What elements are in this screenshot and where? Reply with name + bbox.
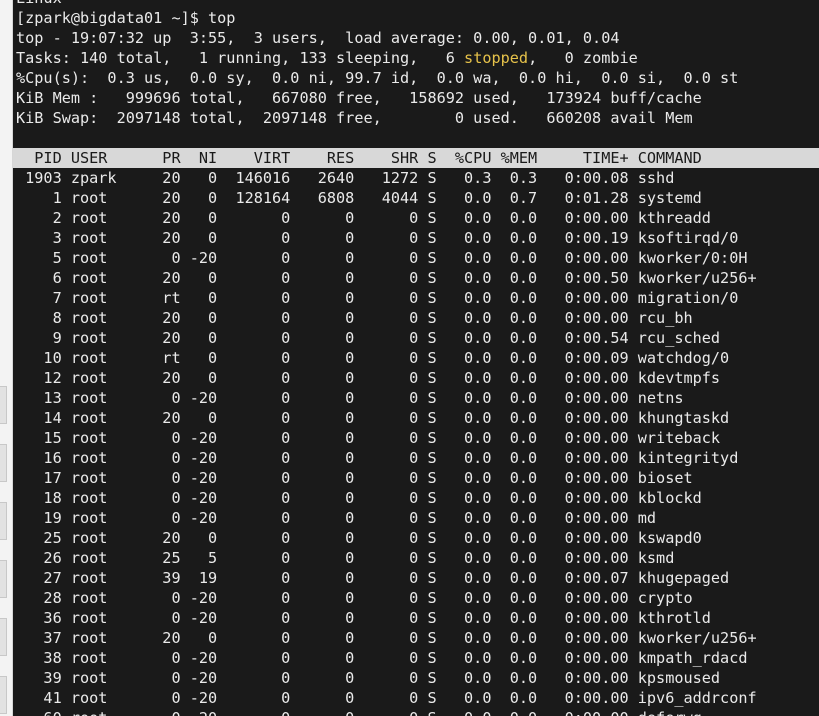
process-row: 12 root 20 0 0 0 0 S 0.0 0.0 0:00.00 kde…: [16, 369, 721, 387]
cpu-line: %Cpu(s): 0.3 us, 0.0 sy, 0.0 ni, 99.7 id…: [16, 69, 739, 87]
process-row: 9 root 20 0 0 0 0 S 0.0 0.0 0:00.54 rcu_…: [16, 329, 721, 347]
process-row: 41 root 0 -20 0 0 0 S 0.0 0.0 0:00.00 ip…: [16, 689, 757, 707]
process-row: 26 root 25 5 0 0 0 S 0.0 0.0 0:00.00 ksm…: [16, 549, 675, 567]
tasks-line: Tasks: 140 total, 1 running, 133 sleepin…: [16, 48, 638, 68]
table-header-text: PID USER PR NI VIRT RES SHR S %CPU %MEM …: [16, 149, 702, 167]
process-row: 16 root 0 -20 0 0 0 S 0.0 0.0 0:00.00 ki…: [16, 449, 739, 467]
gutter-tab[interactable]: [0, 502, 7, 540]
process-row: 18 root 0 -20 0 0 0 S 0.0 0.0 0:00.00 kb…: [16, 489, 702, 507]
gutter-tab[interactable]: [0, 386, 7, 424]
process-row: 1903 zpark 20 0 146016 2640 1272 S 0.3 0…: [16, 169, 675, 187]
gutter-tab[interactable]: [0, 676, 7, 714]
process-row: 10 root rt 0 0 0 0 S 0.0 0.0 0:00.09 wat…: [16, 349, 730, 367]
left-window-gutter: [0, 0, 13, 716]
process-row: 8 root 20 0 0 0 0 S 0.0 0.0 0:00.00 rcu_…: [16, 309, 693, 327]
process-row: 28 root 0 -20 0 0 0 S 0.0 0.0 0:00.00 cr…: [16, 589, 693, 607]
previous-output-line: Linux: [16, 0, 62, 8]
swap-line: KiB Swap: 2097148 total, 2097148 free, 0…: [16, 109, 693, 127]
process-row: 25 root 20 0 0 0 0 S 0.0 0.0 0:00.00 ksw…: [16, 529, 702, 547]
process-row: 27 root 39 19 0 0 0 S 0.0 0.0 0:00.07 kh…: [16, 569, 730, 587]
tasks-text: Tasks: 140 total, 1 running, 133 sleepin…: [16, 49, 465, 67]
process-row: 19 root 0 -20 0 0 0 S 0.0 0.0 0:00.00 md: [16, 509, 657, 527]
process-row: 6 root 20 0 0 0 0 S 0.0 0.0 0:00.50 kwor…: [16, 269, 757, 287]
shell-prompt: [zpark@bigdata01 ~]$ top: [16, 9, 236, 27]
gutter-tab[interactable]: [0, 618, 7, 656]
mem-line: KiB Mem : 999696 total, 667080 free, 158…: [16, 89, 702, 107]
gutter-tab[interactable]: [0, 560, 7, 598]
process-row: 39 root 0 -20 0 0 0 S 0.0 0.0 0:00.00 kp…: [16, 669, 721, 687]
process-table-header: PID USER PR NI VIRT RES SHR S %CPU %MEM …: [13, 148, 819, 168]
process-row: 17 root 0 -20 0 0 0 S 0.0 0.0 0:00.00 bi…: [16, 469, 693, 487]
process-row: 36 root 0 -20 0 0 0 S 0.0 0.0 0:00.00 kt…: [16, 609, 711, 627]
process-row: 37 root 20 0 0 0 0 S 0.0 0.0 0:00.00 kwo…: [16, 629, 757, 647]
tasks-stopped-label: stopped: [464, 49, 529, 67]
gutter-tab[interactable]: [0, 444, 7, 482]
tasks-zombie-text: , 0 zombie: [528, 49, 638, 67]
top-uptime-line: top - 19:07:32 up 3:55, 3 users, load av…: [16, 29, 620, 47]
process-row: 14 root 20 0 0 0 0 S 0.0 0.0 0:00.00 khu…: [16, 409, 730, 427]
terminal-window[interactable]: Linux [zpark@bigdata01 ~]$ top top - 19:…: [13, 0, 819, 716]
process-row: 1 root 20 0 128164 6808 4044 S 0.0 0.7 0…: [16, 189, 702, 207]
process-row: 3 root 20 0 0 0 0 S 0.0 0.0 0:00.19 ksof…: [16, 229, 739, 247]
process-row: 15 root 0 -20 0 0 0 S 0.0 0.0 0:00.00 wr…: [16, 429, 721, 447]
process-row: 5 root 0 -20 0 0 0 S 0.0 0.0 0:00.00 kwo…: [16, 249, 748, 267]
process-row: 60 root 0 -20 0 0 0 S 0.0 0.0 0:00.00 de…: [16, 708, 701, 716]
process-row: 13 root 0 -20 0 0 0 S 0.0 0.0 0:00.00 ne…: [16, 389, 684, 407]
process-row: 38 root 0 -20 0 0 0 S 0.0 0.0 0:00.00 km…: [16, 649, 748, 667]
process-row: 7 root rt 0 0 0 0 S 0.0 0.0 0:00.00 migr…: [16, 289, 739, 307]
process-row: 2 root 20 0 0 0 0 S 0.0 0.0 0:00.00 kthr…: [16, 209, 711, 227]
